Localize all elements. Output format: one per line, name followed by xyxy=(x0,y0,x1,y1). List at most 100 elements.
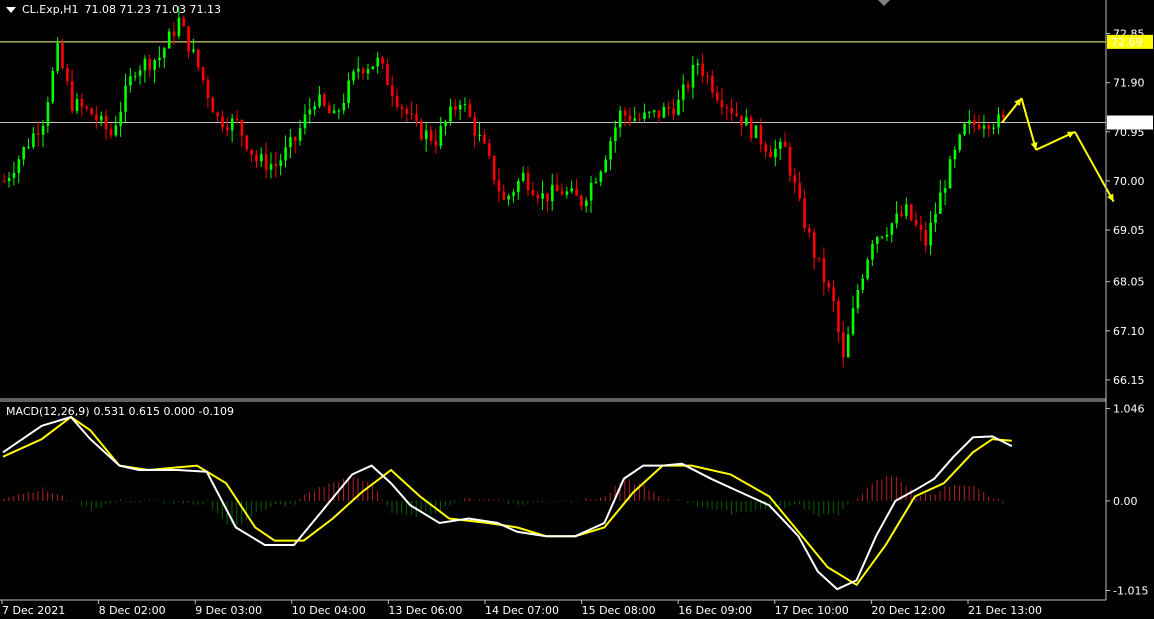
candle-body xyxy=(230,118,234,131)
candle-body xyxy=(313,106,316,110)
candle-body xyxy=(599,171,603,182)
candle-body xyxy=(274,164,278,167)
macd-main-line xyxy=(2,415,1013,591)
candle-body xyxy=(211,97,215,113)
candle-body xyxy=(779,141,782,149)
price-tick-label: 71.90 xyxy=(1113,77,1145,90)
candle-body xyxy=(798,183,801,199)
time-tick-label: 10 Dec 04:00 xyxy=(292,604,366,617)
candle-body xyxy=(842,332,845,358)
candle-body xyxy=(749,117,753,138)
candle-body xyxy=(943,188,947,193)
macd-pane xyxy=(2,415,1013,591)
candle-body xyxy=(260,154,263,162)
candle-body xyxy=(245,135,249,150)
candle-body xyxy=(1002,114,1005,118)
candle-body xyxy=(235,118,239,121)
candle-body xyxy=(391,85,394,96)
candle-body xyxy=(977,124,981,129)
candle-body xyxy=(153,59,156,70)
candle-body xyxy=(851,308,855,335)
candle-body xyxy=(129,76,132,86)
candle-body xyxy=(686,84,690,88)
candle-body xyxy=(667,107,671,109)
candle-body xyxy=(783,141,787,147)
candle-body xyxy=(580,195,583,207)
candle-body xyxy=(706,75,709,77)
candle-body xyxy=(725,107,729,109)
candle-body xyxy=(948,159,952,189)
candle-body xyxy=(880,236,884,238)
candle-body xyxy=(536,195,540,199)
candle-body xyxy=(633,118,637,121)
candle-body xyxy=(730,107,734,114)
candle-body xyxy=(890,223,894,235)
candle-body xyxy=(371,66,375,70)
level-price-label: 72.69 xyxy=(1111,36,1143,49)
candle-body xyxy=(172,31,176,36)
candle-body xyxy=(284,147,287,161)
forecast-arrow-segment xyxy=(1073,131,1115,203)
candle-body xyxy=(691,65,695,88)
candle-body xyxy=(531,189,535,196)
candle-body xyxy=(289,137,292,148)
candle-body xyxy=(594,181,598,183)
candle-body xyxy=(27,146,30,148)
candle-body xyxy=(585,200,588,207)
candle-body xyxy=(46,102,50,126)
candle-body xyxy=(347,80,350,104)
candle-body xyxy=(701,63,704,76)
candle-body xyxy=(963,123,966,135)
candle-body xyxy=(643,112,646,119)
candle-body xyxy=(376,57,380,67)
candle-body xyxy=(357,68,360,72)
candle-body xyxy=(70,81,74,111)
candle-body xyxy=(424,130,428,140)
candle-body xyxy=(41,125,45,135)
candle-body xyxy=(929,222,932,246)
candle-body xyxy=(342,103,346,111)
candle-body xyxy=(114,125,118,136)
current-price-label: 71.13 xyxy=(1111,117,1143,130)
candle-body xyxy=(66,68,69,82)
candle-body xyxy=(216,112,219,117)
macd-signal-line xyxy=(2,415,1012,587)
candle-body xyxy=(221,116,224,128)
candle-body xyxy=(745,117,748,126)
time-tick-label: 8 Dec 02:00 xyxy=(99,604,166,617)
candle-body xyxy=(973,120,976,125)
candle-body xyxy=(982,125,986,129)
candle-body xyxy=(279,160,283,167)
candle-body xyxy=(502,191,506,200)
candle-body xyxy=(570,188,574,192)
candle-body xyxy=(400,106,404,109)
candle-body xyxy=(846,334,850,358)
candle-body xyxy=(36,133,40,135)
candle-body xyxy=(197,49,200,68)
price-pane xyxy=(0,6,1115,367)
candle-body xyxy=(628,115,632,121)
candle-body xyxy=(80,99,84,107)
price-tick-label: 66.15 xyxy=(1113,374,1145,387)
time-tick-label: 15 Dec 08:00 xyxy=(582,604,656,617)
candle-body xyxy=(386,63,389,86)
time-tick-label: 9 Dec 03:00 xyxy=(195,604,262,617)
candle-body xyxy=(104,115,108,130)
candle-body xyxy=(22,147,25,160)
candle-body xyxy=(958,134,962,150)
candle-body xyxy=(7,177,11,182)
candle-body xyxy=(934,213,937,223)
candle-body xyxy=(565,191,569,195)
candle-body xyxy=(526,172,530,190)
candle-body xyxy=(240,120,244,136)
candle-body xyxy=(769,151,772,158)
candle-body xyxy=(715,92,719,101)
forecast-arrow-segment xyxy=(1020,97,1038,151)
candle-body xyxy=(454,106,457,110)
candle-body xyxy=(517,180,520,193)
candle-body xyxy=(575,188,578,196)
chart-canvas[interactable]: 72.8571.9070.9570.0069.0568.0567.1066.15… xyxy=(0,0,1154,619)
candle-body xyxy=(589,182,593,201)
candle-body xyxy=(827,282,831,288)
candle-body xyxy=(327,105,331,114)
